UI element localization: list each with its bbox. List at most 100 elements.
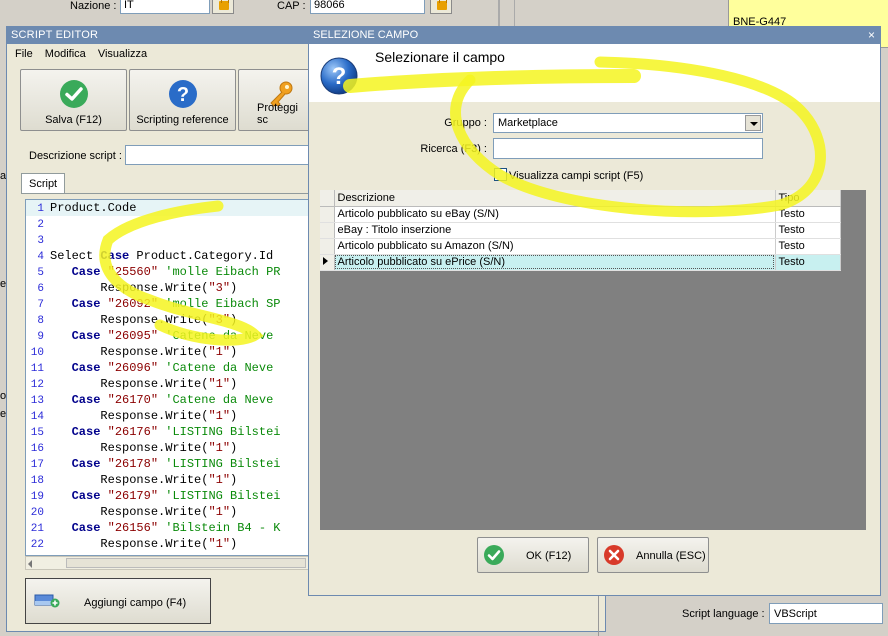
code-token: Case bbox=[71, 329, 101, 343]
code-line[interactable]: 5 Case "25560" 'molle Eibach PR bbox=[26, 264, 314, 280]
cancel-button[interactable]: Annulla (ESC) bbox=[597, 537, 709, 573]
code-token: ) bbox=[230, 377, 238, 391]
code-line[interactable]: 4 Select Case Product.Category.Id bbox=[26, 248, 314, 264]
line-number: 15 bbox=[30, 427, 44, 439]
table-row[interactable]: Articolo pubblicato su Amazon (S/N) Testo bbox=[320, 238, 841, 255]
cell-tipo[interactable]: Testo bbox=[775, 238, 841, 255]
script-language-label: Script language : bbox=[682, 608, 765, 620]
save-label: Salva (F12) bbox=[45, 114, 102, 126]
scroll-thumb[interactable] bbox=[66, 558, 306, 568]
show-script-fields-checkbox[interactable] bbox=[494, 168, 507, 181]
script-language-field[interactable]: VBScript bbox=[769, 603, 883, 624]
group-select[interactable]: Marketplace bbox=[493, 113, 763, 133]
code-line[interactable]: 20 Response.Write("1") bbox=[26, 504, 314, 520]
group-select-value: Marketplace bbox=[498, 117, 558, 129]
code-line[interactable]: 18 Response.Write("1") bbox=[26, 472, 314, 488]
code-line[interactable]: 8 Response.Write("3") bbox=[26, 312, 314, 328]
cell-tipo[interactable]: Testo bbox=[775, 254, 841, 271]
code-token: "26178" bbox=[107, 457, 159, 471]
nazione-label: Nazione : bbox=[70, 0, 117, 12]
code-token: Case bbox=[71, 521, 101, 535]
help-icon: ? bbox=[168, 80, 197, 108]
line-number: 3 bbox=[37, 235, 44, 247]
menu-visualizza[interactable]: Visualizza bbox=[98, 48, 147, 60]
code-line[interactable]: 11 Case "26096" 'Catene da Neve bbox=[26, 360, 314, 376]
code-token: Response.Write( bbox=[50, 345, 209, 359]
row-selector-header bbox=[320, 190, 335, 207]
code-line[interactable]: 2 bbox=[26, 216, 314, 232]
cap-field[interactable]: 98066 bbox=[310, 0, 425, 14]
row-selector[interactable] bbox=[320, 206, 335, 223]
code-token: 'Catene da Neve bbox=[158, 361, 274, 375]
tab-script[interactable]: Script bbox=[21, 173, 65, 193]
select-field-dialog: SELEZIONE CAMPO × ? Selezionare il campo… bbox=[308, 26, 881, 596]
code-line[interactable]: 19 Case "26179" 'LISTING Bilstei bbox=[26, 488, 314, 504]
code-line[interactable]: 16 Response.Write("1") bbox=[26, 440, 314, 456]
cap-lock-button[interactable] bbox=[430, 0, 452, 14]
column-header-descrizione[interactable]: Descrizione bbox=[334, 190, 776, 207]
code-line[interactable]: 15 Case "26176" 'LISTING Bilstei bbox=[26, 424, 314, 440]
code-token: ) bbox=[230, 505, 238, 519]
row-selector[interactable] bbox=[320, 238, 335, 255]
code-token: Case bbox=[71, 457, 101, 471]
code-line[interactable]: 9 Case "26095" 'Catene da Neve bbox=[26, 328, 314, 344]
search-input[interactable] bbox=[493, 138, 763, 159]
dialog-titlebar[interactable]: SELEZIONE CAMPO bbox=[309, 27, 880, 44]
cancel-label: Annulla (ESC) bbox=[636, 550, 706, 562]
code-line[interactable]: 13 Case "26170" 'Catene da Neve bbox=[26, 392, 314, 408]
table-row[interactable]: Articolo pubblicato su ePrice (S/N) Testo bbox=[320, 254, 841, 271]
cell-tipo[interactable]: Testo bbox=[775, 206, 841, 223]
chevron-down-icon[interactable] bbox=[745, 115, 761, 131]
save-button[interactable]: Salva (F12) bbox=[20, 69, 127, 131]
ok-button[interactable]: OK (F12) bbox=[477, 537, 589, 573]
code-line[interactable]: 14 Response.Write("1") bbox=[26, 408, 314, 424]
question-icon: ? bbox=[320, 57, 358, 95]
fields-grid: Descrizione Tipo Articolo pubblicato su … bbox=[320, 190, 866, 530]
code-token: ) bbox=[230, 409, 238, 423]
description-input[interactable] bbox=[125, 145, 325, 165]
nazione-field[interactable]: IT bbox=[120, 0, 210, 14]
cell-descrizione[interactable]: Articolo pubblicato su Amazon (S/N) bbox=[334, 238, 776, 255]
table-row[interactable]: eBay : Titolo inserzione Testo bbox=[320, 222, 841, 239]
code-token: Response.Write( bbox=[50, 313, 209, 327]
column-header-tipo[interactable]: Tipo bbox=[775, 190, 841, 207]
code-token: 'molle Eibach SP bbox=[158, 297, 281, 311]
scripting-reference-button[interactable]: ? Scripting reference bbox=[129, 69, 236, 131]
code-line[interactable]: 7 Case "26092" 'molle Eibach SP bbox=[26, 296, 314, 312]
row-selector[interactable] bbox=[320, 222, 335, 239]
code-line[interactable]: 1 Product.Code bbox=[26, 200, 314, 216]
horizontal-scrollbar[interactable] bbox=[25, 556, 315, 570]
cell-descrizione[interactable]: Articolo pubblicato su eBay (S/N) bbox=[334, 206, 776, 223]
code-token: "3" bbox=[208, 313, 231, 327]
code-line[interactable]: 21 Case "26156" 'Bilstein B4 - K bbox=[26, 520, 314, 536]
code-line[interactable]: 22 Response.Write("1") bbox=[26, 536, 314, 552]
show-script-fields-label: Visualizza campi script (F5) bbox=[509, 170, 644, 182]
cell-descrizione[interactable]: eBay : Titolo inserzione bbox=[334, 222, 776, 239]
nazione-lock-button[interactable] bbox=[212, 0, 234, 14]
close-icon[interactable]: × bbox=[868, 27, 875, 44]
code-line[interactable]: 12 Response.Write("1") bbox=[26, 376, 314, 392]
menu-file[interactable]: File bbox=[15, 48, 33, 60]
checkmark-icon bbox=[484, 545, 504, 565]
code-editor[interactable]: 1 Product.Code 2 3 4 Select Case Product.Cate… bbox=[25, 199, 315, 556]
code-token: "26176" bbox=[107, 425, 159, 439]
row-selector[interactable] bbox=[320, 254, 335, 271]
cell-tipo[interactable]: Testo bbox=[775, 222, 841, 239]
table-row[interactable]: Articolo pubblicato su eBay (S/N) Testo bbox=[320, 206, 841, 223]
code-line[interactable]: 10 Response.Write("1") bbox=[26, 344, 314, 360]
menu-modifica[interactable]: Modifica bbox=[45, 48, 86, 60]
add-field-button[interactable]: Aggiungi campo (F4) bbox=[25, 578, 211, 624]
cell-descrizione[interactable]: Articolo pubblicato su ePrice (S/N) bbox=[334, 254, 776, 271]
code-token: "26095" bbox=[107, 329, 159, 343]
code-line[interactable]: 6 Response.Write("3") bbox=[26, 280, 314, 296]
protect-script-button[interactable]: Proteggi sc bbox=[238, 69, 313, 131]
scroll-left-arrow[interactable] bbox=[28, 560, 32, 568]
ok-label: OK (F12) bbox=[526, 550, 572, 562]
code-line[interactable]: 3 bbox=[26, 232, 314, 248]
code-line[interactable]: 17 Case "26178" 'LISTING Bilstei bbox=[26, 456, 314, 472]
